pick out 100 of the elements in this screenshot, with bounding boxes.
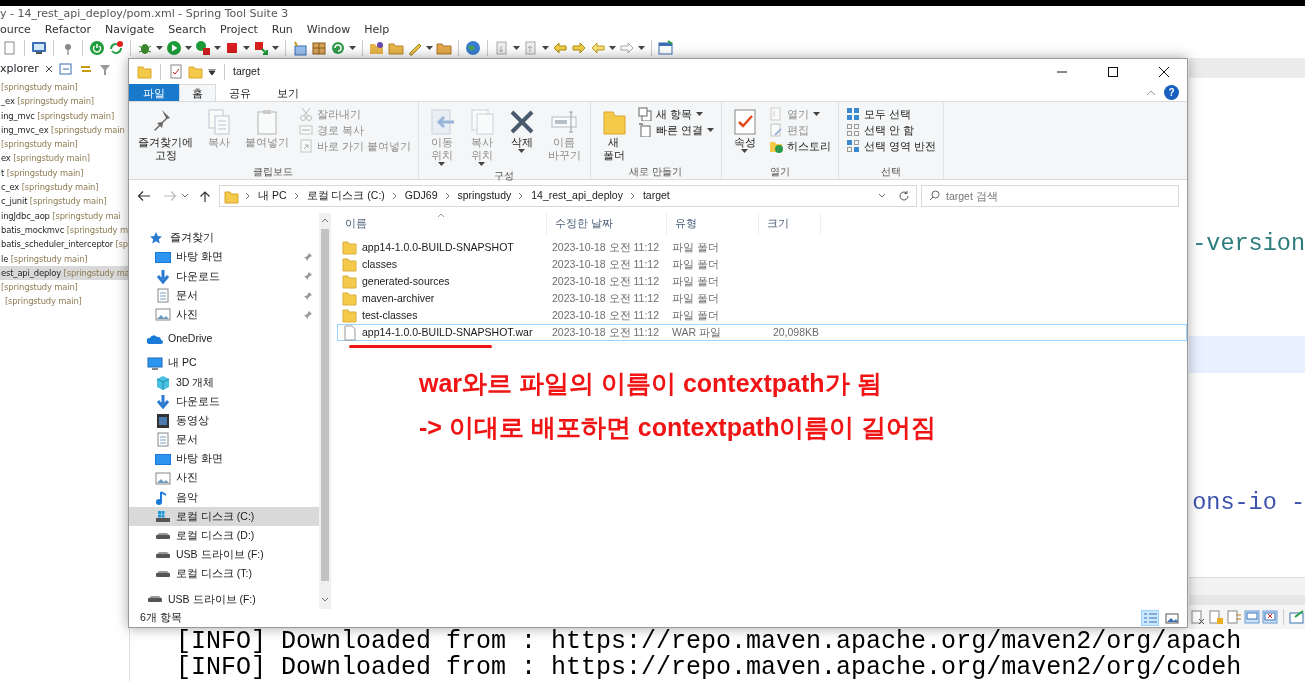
scroll-down-icon[interactable]: [321, 597, 329, 604]
caret-icon[interactable]: [272, 46, 279, 50]
ribbon-button[interactable]: 새 폴더: [595, 106, 632, 164]
scrollbar-thumb[interactable]: [321, 228, 329, 582]
package-icon[interactable]: [311, 40, 327, 56]
file-name[interactable]: classes: [362, 256, 397, 273]
column-header[interactable]: 이름: [337, 212, 547, 235]
caret-icon[interactable]: [513, 46, 520, 50]
search-field[interactable]: target 검색: [921, 185, 1179, 208]
scrollbar[interactable]: [319, 212, 331, 610]
window-icon[interactable]: [658, 40, 674, 56]
nav-item[interactable]: USB 드라이브 (F:): [129, 545, 319, 565]
sync-icon[interactable]: [108, 40, 124, 56]
nav-item[interactable]: 음악: [129, 487, 319, 508]
caret-icon[interactable]: [243, 46, 250, 50]
column-header[interactable]: 크기: [759, 212, 821, 235]
caret-icon[interactable]: [349, 46, 356, 50]
ribbon-button[interactable]: 새 항목: [635, 106, 716, 122]
ribbon-button[interactable]: 히스토리: [766, 138, 833, 154]
breadcrumb-item[interactable]: 14_rest_api_deploy: [530, 188, 624, 205]
scroll-up-icon[interactable]: [321, 216, 329, 223]
tree-item[interactable]: c_junit [springstudy main]: [0, 194, 129, 209]
tree-item[interactable]: [springstudy main]: [0, 280, 129, 295]
menu-item[interactable]: Navigate: [104, 21, 155, 38]
column-header[interactable]: 수정한 날짜: [547, 212, 667, 235]
menu-item[interactable]: Run: [271, 21, 293, 38]
breadcrumb-item[interactable]: springstudy: [456, 188, 513, 205]
export-icon[interactable]: [253, 40, 269, 56]
chevron-down-icon[interactable]: [181, 193, 189, 200]
caret-icon[interactable]: [156, 46, 163, 50]
chevron-right-icon[interactable]: [518, 192, 525, 201]
nav-item[interactable]: 동영상: [129, 411, 319, 431]
stop-icon[interactable]: [224, 40, 240, 56]
clear-console-icon[interactable]: [1190, 609, 1206, 625]
nav-item[interactable]: 사진: [129, 305, 319, 325]
caret-icon[interactable]: [638, 46, 645, 50]
play-icon[interactable]: [166, 40, 182, 56]
filter-icon[interactable]: [98, 62, 111, 76]
chevron-right-icon[interactable]: [444, 192, 451, 201]
tree-item[interactable]: batis_scheduler_interceptor [sp: [0, 237, 129, 252]
ribbon-tab[interactable]: 보기: [264, 84, 312, 101]
tree-item[interactable]: t [springstudy main]: [0, 165, 129, 181]
tree-item[interactable]: [springstudy main]: [0, 137, 129, 152]
caret-icon[interactable]: [542, 46, 549, 50]
tree-item[interactable]: ing_mvc [springstudy main]: [0, 108, 129, 123]
file-name[interactable]: app14-1.0.0-BUILD-SNAPSHOT: [362, 239, 514, 256]
tree-item[interactable]: c_ex [springstudy main]: [0, 180, 129, 195]
tree-item[interactable]: [springstudy main]: [0, 294, 129, 309]
up-icon[interactable]: [199, 189, 211, 203]
file-name[interactable]: app14-1.0.0-BUILD-SNAPSHOT.war: [362, 324, 533, 341]
ribbon-button[interactable]: 선택 안 함: [843, 122, 938, 138]
ribbon-tab[interactable]: 공유: [216, 84, 264, 101]
nav-item[interactable]: 다운로드: [129, 392, 319, 412]
caret-icon[interactable]: [185, 46, 192, 50]
column-header[interactable]: 유형: [667, 212, 759, 235]
properties-icon[interactable]: [169, 64, 183, 79]
pin-console-icon[interactable]: [1244, 609, 1260, 625]
breadcrumb-item[interactable]: 로컬 디스크 (C:): [305, 188, 386, 205]
breadcrumb-item[interactable]: target: [641, 188, 671, 205]
wizard-icon[interactable]: [292, 40, 308, 56]
nav-item[interactable]: 즐겨찾기: [129, 228, 319, 248]
chevron-right-icon[interactable]: [629, 192, 636, 201]
folder-icon[interactable]: [388, 40, 404, 56]
word-wrap-icon[interactable]: [1226, 609, 1242, 625]
ribbon-button[interactable]: 즐겨찾기에 고정: [134, 106, 197, 164]
caret-icon[interactable]: [214, 46, 221, 50]
help-button[interactable]: ?: [1164, 85, 1179, 100]
nav-item[interactable]: 로컬 디스크 (D:): [129, 526, 319, 546]
collapse-ribbon-icon[interactable]: [1146, 89, 1156, 97]
nav-item[interactable]: USB 드라이브 (F:): [129, 589, 319, 610]
run-config-icon[interactable]: [195, 40, 211, 56]
nav-item[interactable]: 3D 개체: [129, 372, 319, 392]
ribbon-tab[interactable]: 파일: [129, 84, 179, 101]
file-name[interactable]: generated-sources: [362, 273, 450, 290]
menu-item[interactable]: Refactor: [44, 21, 91, 38]
view-button[interactable]: [1163, 610, 1181, 627]
ribbon-button[interactable]: 모두 선택: [843, 106, 938, 122]
file-name[interactable]: maven-archiver: [362, 290, 435, 307]
back-icon[interactable]: [137, 190, 151, 203]
tree-item[interactable]: _ex [springstudy main]: [0, 94, 129, 109]
nav-item[interactable]: 사진: [129, 468, 319, 488]
view-tab[interactable]: xplorer: [0, 60, 39, 78]
breadcrumb-item[interactable]: GDJ69: [403, 188, 439, 205]
chevron-right-icon[interactable]: [245, 192, 251, 201]
nav-item[interactable]: 로컬 디스크 (T:): [129, 564, 319, 584]
file-name[interactable]: test-classes: [362, 307, 418, 324]
tree-item[interactable]: ex [springstudy main]: [0, 151, 129, 166]
tree-item[interactable]: ingJdbc_aop [springstudy mai: [0, 208, 129, 223]
menu-item[interactable]: Search: [168, 21, 207, 38]
nav-item[interactable]: 바탕 화면: [129, 247, 319, 267]
caret-icon[interactable]: [426, 46, 433, 50]
file-row[interactable]: app14-1.0.0-BUILD-SNAPSHOT.war 2023-10-18 오전 11:12 WAR 파일 20,098KB: [337, 323, 1187, 341]
dropdown-icon[interactable]: [208, 68, 216, 75]
monitor-icon[interactable]: [31, 40, 47, 56]
nav-item[interactable]: 문서: [129, 286, 319, 306]
globe-icon[interactable]: [465, 40, 481, 56]
chevron-right-icon[interactable]: [391, 192, 398, 201]
refresh-icon[interactable]: [898, 190, 910, 203]
tree-item[interactable]: batis_mockmvc [springstudy m: [0, 222, 129, 238]
nav-item[interactable]: 다운로드: [129, 266, 319, 287]
